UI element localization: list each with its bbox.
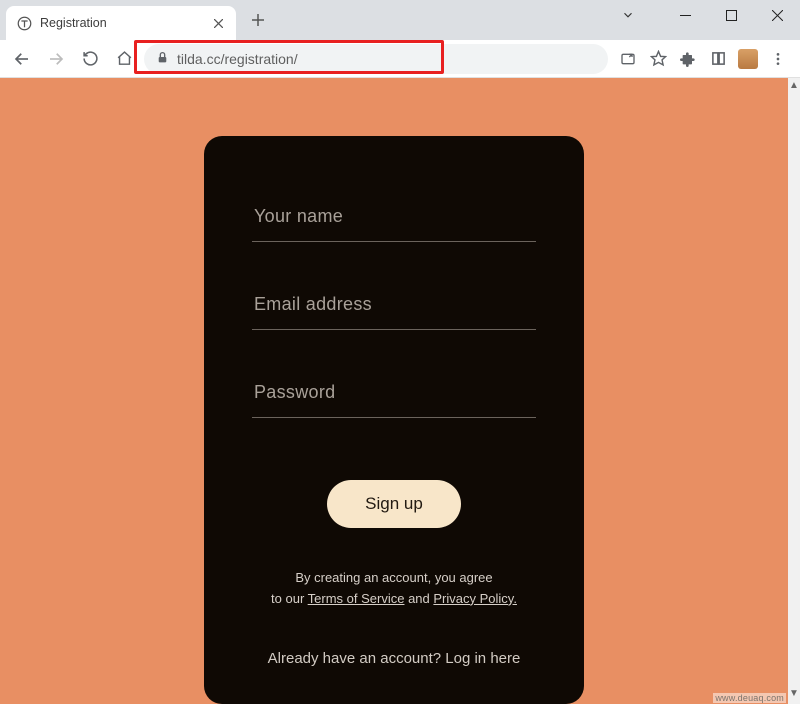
signup-button[interactable]: Sign up (327, 480, 461, 528)
reload-button[interactable] (76, 45, 104, 73)
extensions-icon[interactable] (674, 45, 702, 73)
scrollbar-track[interactable] (788, 78, 800, 686)
window-close-button[interactable] (754, 0, 800, 30)
favicon-icon (16, 15, 32, 31)
window-dropdown-icon[interactable] (616, 6, 640, 24)
window-maximize-button[interactable] (708, 0, 754, 30)
share-icon[interactable] (614, 45, 642, 73)
new-tab-button[interactable] (244, 6, 272, 34)
address-bar[interactable]: tilda.cc/registration/ (144, 44, 608, 74)
forward-button[interactable] (42, 45, 70, 73)
login-link[interactable]: Log in here (445, 650, 520, 667)
terms-link[interactable]: Terms of Service (308, 591, 405, 606)
window-minimize-button[interactable] (662, 0, 708, 30)
scroll-up-arrow[interactable]: ▲ (788, 78, 800, 92)
login-prompt: Already have an account? Log in here (252, 650, 536, 667)
registration-card: Sign up By creating an account, you agre… (204, 136, 584, 704)
menu-icon[interactable] (764, 45, 792, 73)
password-field[interactable] (252, 372, 536, 418)
watermark: www.deuaq.com (713, 693, 786, 703)
email-field[interactable] (252, 284, 536, 330)
privacy-link[interactable]: Privacy Policy. (433, 591, 517, 606)
tab-title: Registration (40, 16, 202, 30)
tab-close-button[interactable] (210, 15, 226, 31)
browser-toolbar: tilda.cc/registration/ (0, 40, 800, 78)
profile-avatar[interactable] (734, 45, 762, 73)
browser-tab[interactable]: Registration (6, 6, 236, 40)
url-text: tilda.cc/registration/ (177, 51, 298, 67)
scroll-down-arrow[interactable]: ▼ (788, 686, 800, 700)
name-field[interactable] (252, 196, 536, 242)
home-button[interactable] (110, 45, 138, 73)
back-button[interactable] (8, 45, 36, 73)
lock-icon (156, 51, 169, 67)
reading-list-icon[interactable] (704, 45, 732, 73)
legal-text: By creating an account, you agree to our… (252, 568, 536, 610)
page-viewport: Sign up By creating an account, you agre… (0, 78, 788, 704)
bookmark-star-icon[interactable] (644, 45, 672, 73)
